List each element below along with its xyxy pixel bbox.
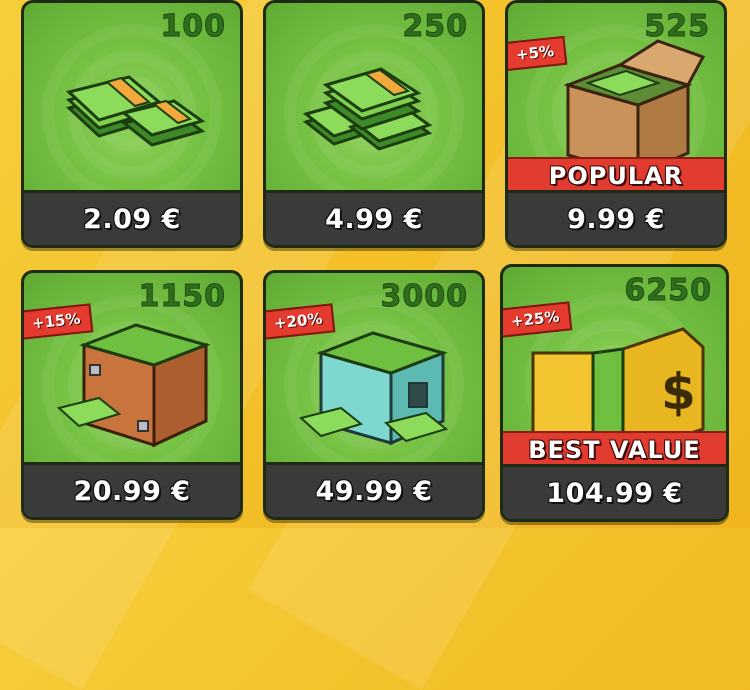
price-bar: 2.09 € <box>24 190 240 245</box>
item-price: 4.99 € <box>325 203 423 235</box>
shop-item-525[interactable]: 525 +5% POPULAR 9.99 € <box>505 0 727 248</box>
item-price: 104.99 € <box>546 477 683 509</box>
svg-text:$: $ <box>661 363 696 421</box>
item-price: 9.99 € <box>567 203 665 235</box>
popular-ribbon: POPULAR <box>508 157 724 193</box>
best-value-ribbon: BEST VALUE <box>503 431 726 467</box>
price-bar: 20.99 € <box>24 462 240 517</box>
shop-item-3000[interactable]: 3000 +20% 49.99 € <box>263 270 485 520</box>
shop-item-1150[interactable]: 1150 +15% 20.99 € <box>21 270 243 520</box>
metal-crate-cash-icon <box>298 331 449 446</box>
item-price: 20.99 € <box>73 475 191 507</box>
cash-pile-icon <box>302 67 433 151</box>
price-bar: 49.99 € <box>266 462 482 517</box>
price-bar: 9.99 € <box>508 190 724 245</box>
price-bar: 4.99 € <box>266 190 482 245</box>
item-price: 2.09 € <box>83 203 181 235</box>
gold-safe-cash-icon: $ <box>531 327 705 451</box>
small-cash-stacks-icon <box>65 75 206 147</box>
shop-item-250[interactable]: 250 4.99 € <box>263 0 485 248</box>
item-price: 49.99 € <box>315 475 433 507</box>
shop-item-100[interactable]: 100 2.09 € <box>21 0 243 248</box>
wooden-crate-cash-icon <box>56 323 211 448</box>
shop-item-6250[interactable]: 6250 $ +25% BEST VALUE 104.99 € <box>500 264 729 522</box>
price-bar: 104.99 € <box>503 464 726 519</box>
